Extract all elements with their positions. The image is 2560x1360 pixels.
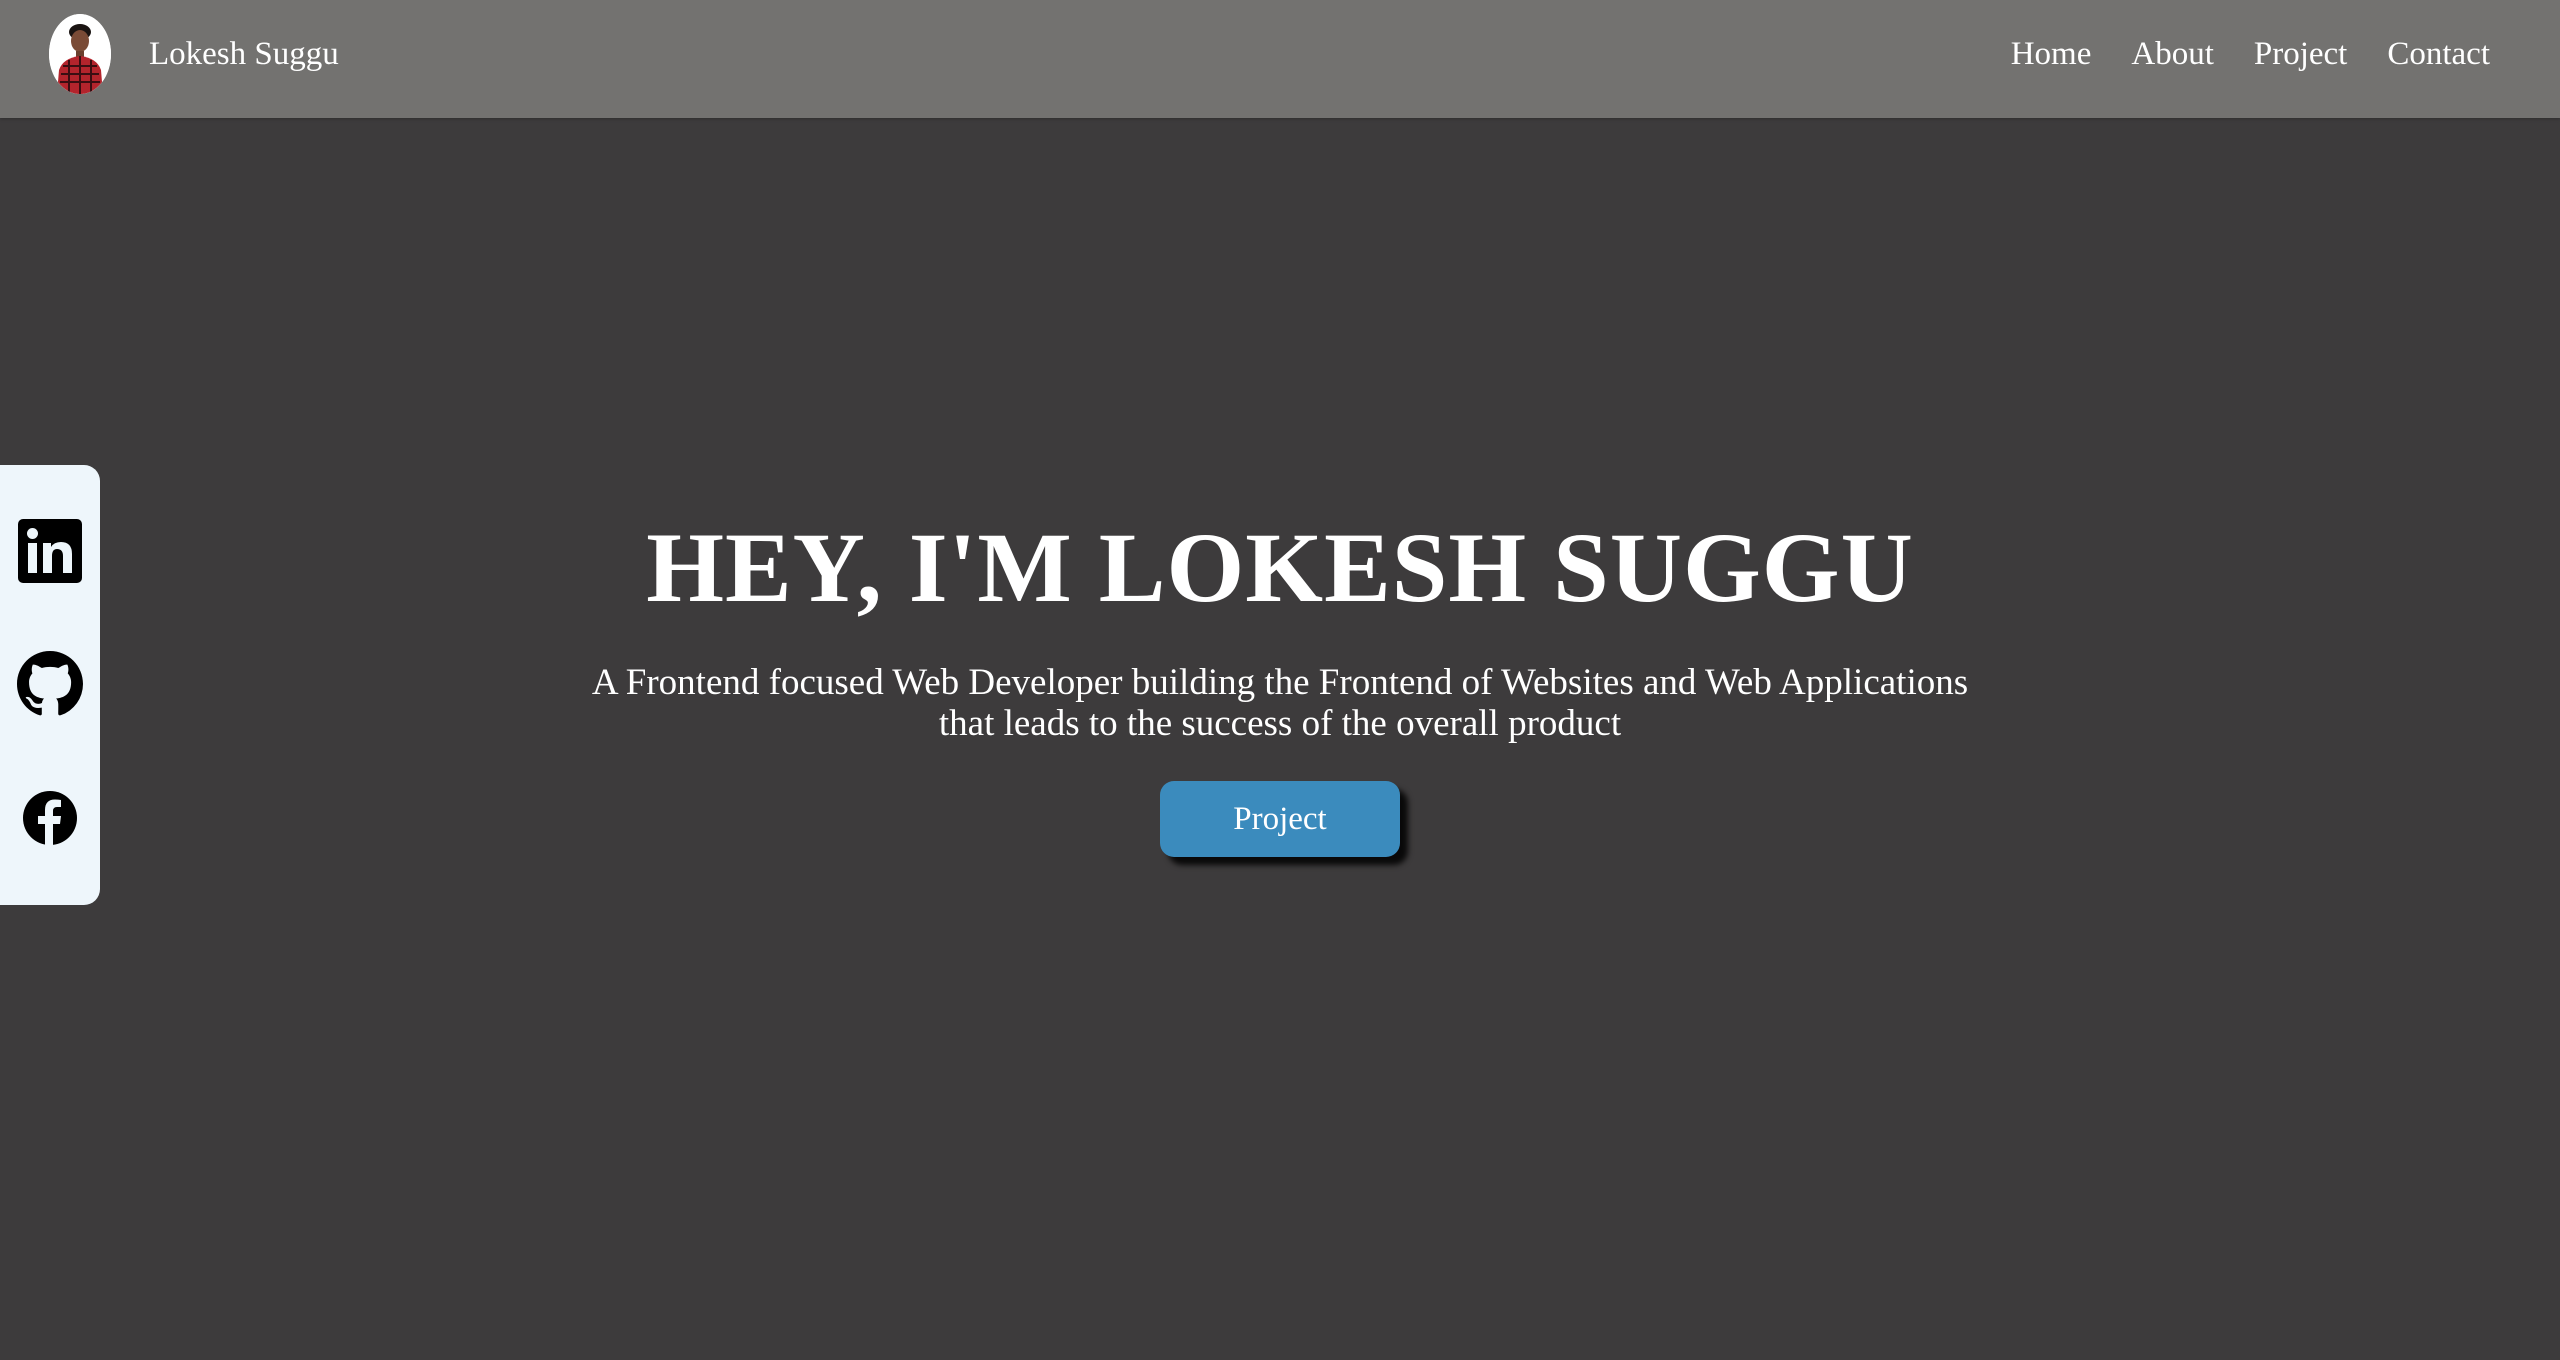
nav-project[interactable]: Project [2254, 38, 2347, 71]
nav-contact[interactable]: Contact [2387, 38, 2490, 71]
brand-link[interactable]: Lokesh Suggu [49, 14, 339, 94]
brand-name: Lokesh Suggu [149, 35, 339, 72]
hero-title: HEY, I'M LOKESH SUGGU [646, 512, 1914, 623]
facebook-icon [23, 791, 77, 845]
project-button[interactable]: Project [1160, 781, 1400, 857]
facebook-link[interactable] [17, 785, 83, 851]
main-nav: Home About Project Contact [1971, 38, 2490, 71]
nav-about[interactable]: About [2131, 38, 2214, 71]
github-icon [17, 651, 83, 716]
nav-home[interactable]: Home [2011, 38, 2092, 71]
site-header: Lokesh Suggu Home About Project Contact [0, 0, 2560, 118]
avatar [49, 14, 111, 94]
github-link[interactable] [17, 651, 83, 717]
hero-subtitle: A Frontend focused Web Developer buildin… [591, 662, 1969, 744]
